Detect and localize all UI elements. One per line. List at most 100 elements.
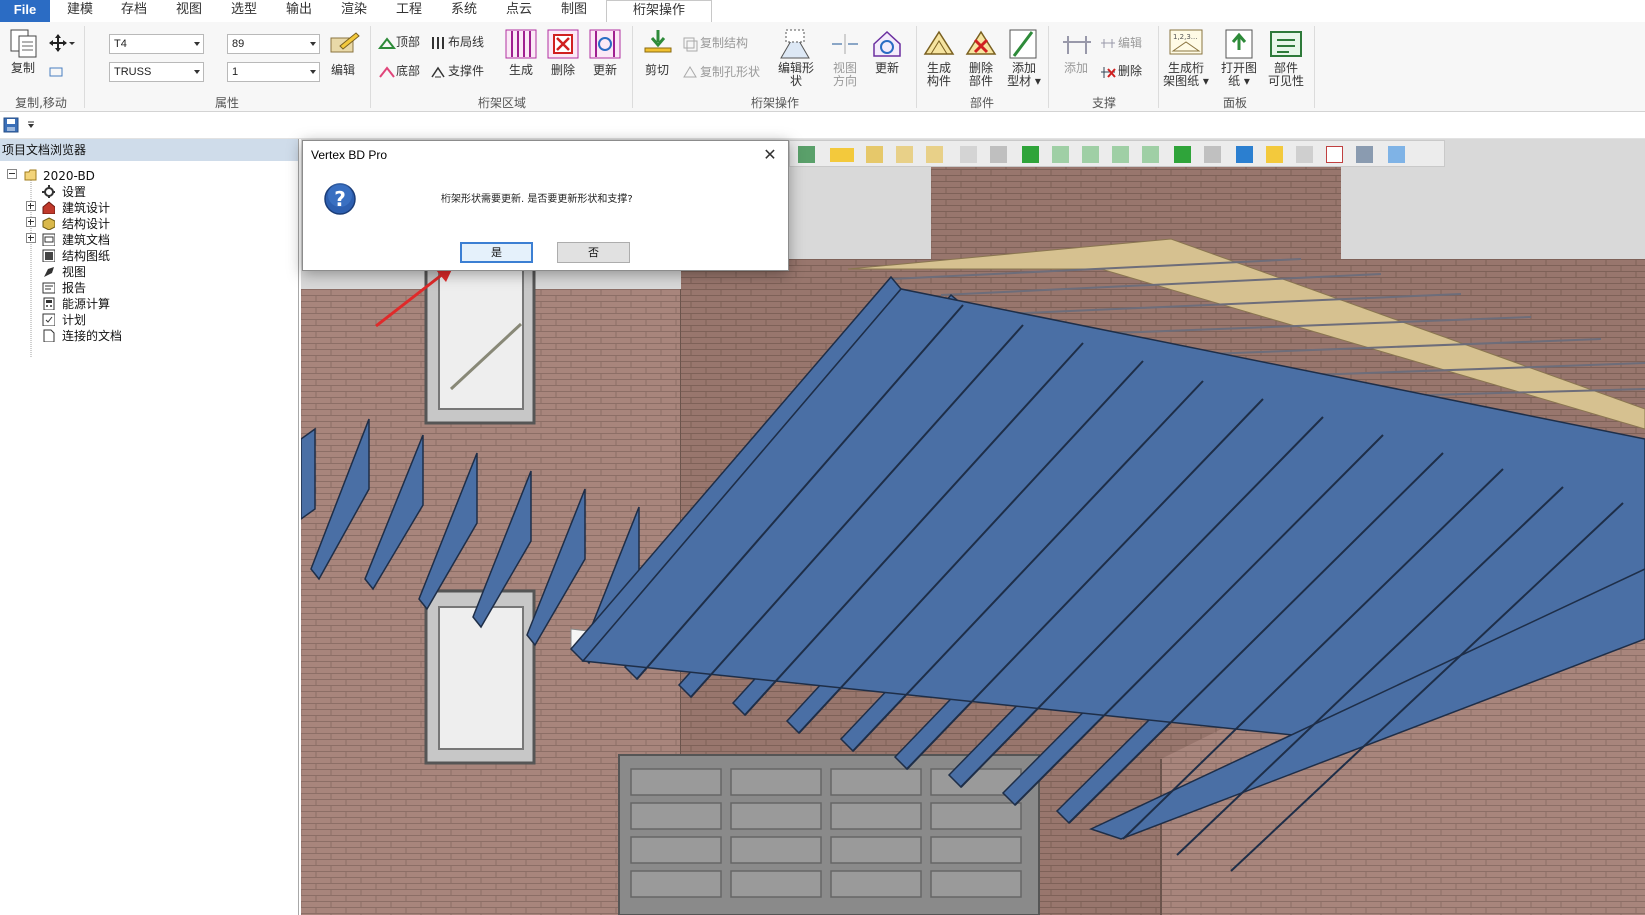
tree-expand-toggle[interactable] bbox=[26, 201, 36, 211]
ply-count-select[interactable]: 1 bbox=[227, 62, 320, 82]
dialog-close-button[interactable]: ✕ bbox=[760, 145, 780, 165]
tab-output[interactable]: 输出 bbox=[277, 0, 321, 22]
copy-button-label[interactable]: 复制 bbox=[6, 62, 40, 75]
update-shape-icon[interactable] bbox=[870, 28, 904, 60]
move-icon[interactable] bbox=[49, 34, 75, 52]
roof-bottom-icon[interactable] bbox=[378, 65, 396, 79]
delete-bracing-icon[interactable] bbox=[1099, 64, 1117, 80]
generate-truss-drawing-label[interactable]: 生成桁 架图纸 ▾ bbox=[1160, 62, 1212, 88]
truss-type-select[interactable]: T4 bbox=[109, 34, 204, 54]
generate-parts-label[interactable]: 生成 构件 bbox=[918, 62, 960, 88]
member-size-select[interactable]: 89 bbox=[227, 34, 320, 54]
tab-selection[interactable]: 选型 bbox=[222, 0, 266, 22]
view-cube-left-icon[interactable] bbox=[1082, 146, 1099, 163]
open-drawing-label[interactable]: 打开图纸 ▾ bbox=[1216, 62, 1262, 88]
pick-icon[interactable] bbox=[960, 146, 977, 163]
view-cube-iso-icon[interactable] bbox=[1142, 146, 1159, 163]
filter-icon[interactable] bbox=[990, 146, 1007, 163]
tree-item-architectural-design[interactable]: 建筑设计 bbox=[62, 200, 110, 216]
delete-bracing-label[interactable]: 删除 bbox=[1118, 65, 1152, 78]
save-icon[interactable] bbox=[3, 117, 19, 133]
tree-item-linked-documents[interactable]: 连接的文档 bbox=[62, 328, 122, 344]
layout-line-icon[interactable] bbox=[430, 35, 446, 51]
open-drawing-icon[interactable] bbox=[1222, 28, 1256, 60]
clear-icon[interactable] bbox=[1296, 146, 1313, 163]
axes-icon[interactable] bbox=[1326, 146, 1343, 163]
generate-button-label[interactable]: 生成 bbox=[502, 64, 540, 77]
top-button-label[interactable]: 顶部 bbox=[396, 36, 426, 49]
delete-parts-icon[interactable] bbox=[964, 28, 998, 60]
layout-line-label[interactable]: 布局线 bbox=[448, 36, 492, 49]
update-trusses-icon[interactable] bbox=[588, 28, 622, 60]
tab-modeling[interactable]: 建模 bbox=[58, 0, 102, 22]
truss-name-select[interactable]: TRUSS bbox=[109, 62, 204, 82]
tab-render[interactable]: 渲染 bbox=[332, 0, 376, 22]
brace-icon[interactable] bbox=[430, 64, 446, 80]
update-shape-label[interactable]: 更新 bbox=[866, 62, 908, 75]
view-cube-right-icon[interactable] bbox=[1112, 146, 1129, 163]
yes-button[interactable]: 是 bbox=[460, 242, 533, 263]
part-visibility-icon[interactable] bbox=[1269, 28, 1303, 60]
generate-truss-drawing-icon[interactable]: 1,2,3... bbox=[1168, 28, 1204, 58]
part-visibility-label[interactable]: 部件 可见性 bbox=[1262, 62, 1310, 88]
tree-item-reports[interactable]: 报告 bbox=[62, 280, 86, 296]
tab-system[interactable]: 系统 bbox=[442, 0, 486, 22]
tree-item-structural-design[interactable]: 结构设计 bbox=[62, 216, 110, 232]
tree-item-energy-calculation[interactable]: 能源计算 bbox=[62, 296, 110, 312]
delete-parts-label[interactable]: 删除 部件 bbox=[960, 62, 1002, 88]
delete-trusses-icon[interactable] bbox=[546, 28, 580, 60]
annotation-arrow-icon bbox=[375, 265, 454, 328]
view-cube-side-icon[interactable] bbox=[1052, 146, 1069, 163]
view-cube-front-icon[interactable] bbox=[1022, 146, 1039, 163]
rotate-view-icon[interactable] bbox=[798, 146, 815, 163]
select-point-icon[interactable] bbox=[866, 146, 883, 163]
view-cube-top-icon[interactable] bbox=[1174, 146, 1191, 163]
tree-item-views[interactable]: 视图 bbox=[62, 264, 86, 280]
tree-collapse-toggle[interactable] bbox=[7, 169, 17, 179]
tab-point-cloud[interactable]: 点云 bbox=[497, 0, 541, 22]
tab-file[interactable]: File bbox=[0, 0, 50, 22]
dialog-titlebar[interactable]: Vertex BD Pro ✕ bbox=[303, 141, 788, 170]
section-icon[interactable] bbox=[1236, 146, 1253, 163]
cut-icon[interactable] bbox=[641, 28, 675, 58]
tree-item-settings[interactable]: 设置 bbox=[62, 184, 86, 200]
bottom-button-label[interactable]: 底部 bbox=[396, 65, 426, 78]
update-button-label[interactable]: 更新 bbox=[586, 64, 624, 77]
edit-shape-icon[interactable] bbox=[778, 28, 812, 62]
edit-shape-label[interactable]: 编辑形状 bbox=[774, 62, 818, 88]
tab-drafting[interactable]: 制图 bbox=[552, 0, 596, 22]
tab-archive[interactable]: 存档 bbox=[112, 0, 156, 22]
brace-button-label[interactable]: 支撑件 bbox=[448, 65, 492, 78]
tab-project[interactable]: 工程 bbox=[387, 0, 431, 22]
tree-expand-toggle[interactable] bbox=[26, 217, 36, 227]
generate-trusses-icon[interactable] bbox=[504, 28, 538, 60]
tree-item-architectural-docs[interactable]: 建筑文档 bbox=[62, 232, 110, 248]
move-small-icon[interactable] bbox=[49, 66, 65, 78]
customize-dropdown-icon[interactable] bbox=[26, 120, 36, 130]
tree-item-project-root[interactable]: 2020-BD bbox=[43, 168, 95, 184]
planes-icon[interactable] bbox=[1266, 146, 1283, 163]
roof-top-icon[interactable] bbox=[378, 36, 396, 50]
select-area-icon[interactable] bbox=[926, 146, 943, 163]
ribbon-separator bbox=[1314, 26, 1315, 108]
tree-expand-toggle[interactable] bbox=[26, 233, 36, 243]
generate-parts-icon[interactable] bbox=[922, 28, 956, 60]
edit-properties-icon[interactable] bbox=[328, 30, 360, 56]
select-line-icon[interactable] bbox=[896, 146, 913, 163]
export-view-icon[interactable] bbox=[1388, 146, 1405, 163]
layers-icon[interactable] bbox=[1204, 146, 1221, 163]
delete-button-label[interactable]: 删除 bbox=[544, 64, 582, 77]
ribbon-tab-bar: File 建模 存档 视图 选型 输出 渲染 工程 系统 点云 制图 桁架操作 bbox=[0, 0, 1645, 24]
mirror-icon[interactable] bbox=[1356, 146, 1373, 163]
tab-view[interactable]: 视图 bbox=[167, 0, 211, 22]
tree-item-structural-drawings[interactable]: 结构图纸 bbox=[62, 248, 110, 264]
edit-properties-label[interactable]: 编辑 bbox=[326, 64, 360, 77]
tab-truss-operations[interactable]: 桁架操作 bbox=[606, 0, 712, 24]
tree-item-schedule[interactable]: 计划 bbox=[62, 312, 86, 328]
no-button[interactable]: 否 bbox=[557, 242, 630, 263]
add-profile-label[interactable]: 添加 型材 ▾ bbox=[1002, 62, 1046, 88]
cut-button-label[interactable]: 剪切 bbox=[638, 64, 676, 77]
add-profile-icon[interactable] bbox=[1006, 28, 1040, 60]
measure-icon[interactable] bbox=[830, 148, 854, 162]
copy-icon[interactable] bbox=[9, 28, 39, 58]
